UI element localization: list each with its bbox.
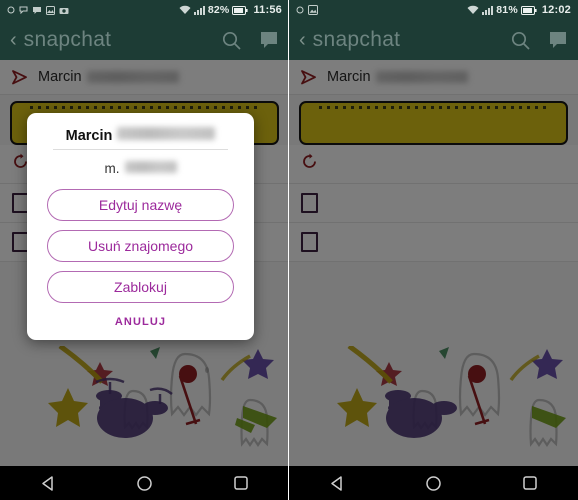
- chevron-left-icon[interactable]: ‹: [10, 30, 17, 50]
- battery-icon: [232, 5, 249, 15]
- app-title: snapchat: [312, 28, 401, 51]
- wifi-icon: [179, 5, 191, 15]
- screen-block-reason: 81% 12:02 ‹ snapchat: [289, 0, 578, 500]
- chat-icon[interactable]: [259, 30, 279, 50]
- cancel-button[interactable]: ANULUJ: [47, 312, 234, 328]
- image-icon: [308, 5, 318, 15]
- chat-bubble-icon: [19, 6, 28, 14]
- status-bar-notification-icons: [7, 5, 179, 15]
- dialog-username: m.: [47, 161, 234, 176]
- edit-name-button[interactable]: Edytuj nazwę: [47, 189, 234, 221]
- blurred-username: [124, 161, 177, 173]
- signal-bars-icon: [193, 5, 205, 15]
- status-bar-system-icons: 82% 11:56: [179, 4, 282, 16]
- dialog-friend-name-text: Marcin: [65, 128, 113, 144]
- notification-dot-icon: [7, 6, 15, 14]
- friend-options-dialog: Marcin m. Edytuj nazwę Usuń znajomego Za…: [27, 113, 254, 340]
- screen-friend-options: 82% 11:56 ‹ snapchat Marcin m. Edytuj na…: [0, 0, 289, 500]
- status-bar-system-icons: 81% 12:02: [467, 4, 571, 16]
- remove-friend-button[interactable]: Usuń znajomego: [47, 230, 234, 262]
- block-button[interactable]: Zablokuj: [47, 271, 234, 303]
- battery-percent-label: 82%: [207, 4, 230, 16]
- signal-bars-icon: [482, 5, 494, 15]
- nav-back-triangle-icon[interactable]: [40, 475, 57, 492]
- nav-home-circle-icon[interactable]: [136, 475, 153, 492]
- app-bar: ‹ snapchat: [0, 20, 289, 60]
- status-bar: 82% 11:56: [0, 0, 289, 20]
- blurred-surname: [117, 127, 216, 140]
- android-nav-bar: [289, 466, 578, 500]
- message-filled-icon: [32, 6, 42, 15]
- nav-back-triangle-icon[interactable]: [329, 475, 346, 492]
- nav-recents-square-icon[interactable]: [233, 475, 249, 491]
- status-bar-clock: 11:56: [253, 4, 282, 16]
- android-nav-bar: [0, 466, 289, 500]
- chevron-left-icon[interactable]: ‹: [299, 30, 306, 50]
- app-bar: ‹ snapchat: [289, 20, 578, 60]
- notification-dot-icon: [296, 6, 304, 14]
- status-bar-clock: 12:02: [541, 4, 571, 16]
- divider: [53, 149, 228, 150]
- nav-home-circle-icon[interactable]: [425, 475, 442, 492]
- image-icon: [46, 5, 55, 15]
- wifi-icon: [467, 5, 479, 15]
- screen-divider: [288, 0, 289, 500]
- dialog-username-text: m.: [104, 161, 120, 176]
- status-bar: 81% 12:02: [289, 0, 578, 20]
- battery-percent-label: 81%: [496, 4, 518, 16]
- dual-screenshot: 82% 11:56 ‹ snapchat Marcin m. Edytuj na…: [0, 0, 578, 500]
- app-title: snapchat: [23, 28, 112, 51]
- camera-icon: [59, 6, 69, 15]
- status-bar-notification-icons: [296, 5, 467, 15]
- dialog-friend-name: Marcin: [47, 127, 234, 149]
- chat-icon[interactable]: [548, 30, 568, 50]
- search-icon[interactable]: [510, 30, 531, 51]
- battery-icon: [520, 5, 537, 15]
- nav-recents-square-icon[interactable]: [522, 475, 538, 491]
- search-icon[interactable]: [221, 30, 242, 51]
- dialog-scrim[interactable]: [289, 60, 578, 466]
